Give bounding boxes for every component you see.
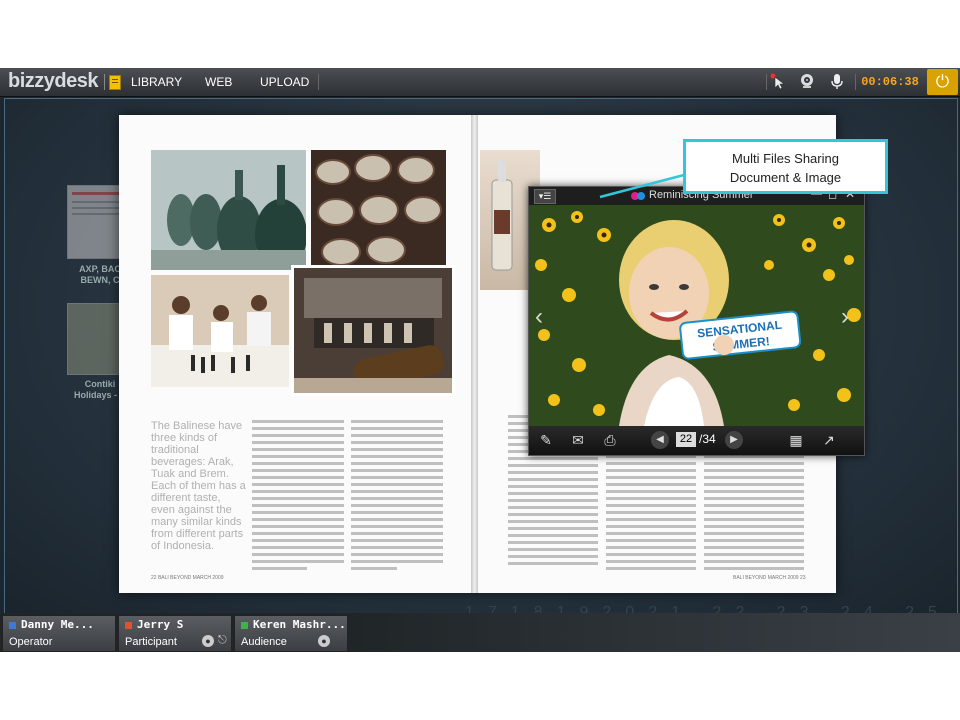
webcam-icon[interactable]: ● [318,635,330,647]
viewer-toolbar: ✎ ✉ ⎙ ◀ 22 /34 ▶ ▦ ↗ [529,426,864,455]
participants-bar: Danny Me... Operator Jerry S Participant… [0,613,960,652]
participant-role: Participant [125,636,177,648]
chevron-right-icon: ▶ [730,434,738,445]
participant-color-badge [125,622,132,629]
menu-icon: ▾☰ [538,191,552,201]
body-text-column [252,420,344,574]
chevron-left-icon: ◀ [656,434,664,445]
document-page-left: The Balinese have three kinds of traditi… [119,115,471,593]
body-text-column [351,420,443,574]
participant-tile-audience[interactable]: Keren Mashr... Audience ● [234,615,348,652]
page-number-input[interactable]: 22 [676,432,696,447]
participant-name: Jerry S [137,618,184,631]
print-icon[interactable]: ⎙ [601,431,619,449]
page-folio: BALI BEYOND MARCH 2009 23 [733,575,806,581]
popout-icon[interactable]: ↗ [820,431,838,449]
divider [318,74,319,90]
app-logo: bizzydesk [8,70,98,92]
fit-to-window-icon[interactable]: ▦ [787,431,805,449]
callout-connector [599,173,685,199]
session-timer: 00:06:38 [861,75,919,89]
participant-role: Operator [9,636,53,648]
viewer-menu-button[interactable]: ▾☰ [534,189,556,204]
previous-page-button[interactable]: ◀ [651,431,669,449]
participant-tile-participant[interactable]: Jerry S Participant ● ⎋ [118,615,232,652]
photo-people [151,275,289,387]
photo-bottling-machine [291,265,455,396]
photo-baskets [311,150,446,270]
top-toolbar: bizzydesk LIBRARY WEB UPLOAD 00:06:38 ⏻ [0,68,960,97]
power-icon: ⏻ [935,72,950,91]
webcam-icon[interactable] [797,72,817,92]
page-folio: 22 BALI BEYOND MARCH 2009 [151,575,224,581]
pull-quote: The Balinese have three kinds of traditi… [151,420,246,552]
laser-pointer-icon[interactable] [768,72,788,92]
divider [766,74,767,90]
webcam-icon[interactable]: ● [202,635,214,647]
microphone-icon[interactable]: ⎋ [218,634,227,647]
photo-bottles [151,150,306,270]
participant-color-badge [9,622,16,629]
page-gutter [471,115,478,593]
viewer-image: SENSATIONAL SUMMER! ‹ › [529,205,864,426]
divider [104,74,105,90]
app-window: bizzydesk LIBRARY WEB UPLOAD 00:06:38 ⏻ [0,68,960,652]
document-icon[interactable] [109,75,121,90]
divider [855,74,856,90]
body-text-column [606,455,696,574]
microphone-icon[interactable] [827,72,847,92]
email-icon[interactable]: ✉ [569,431,587,449]
previous-image-arrow[interactable]: ‹ [535,303,543,331]
participant-name: Danny Me... [21,618,94,631]
callout-line: Multi Files Sharing [732,151,839,166]
participants-bar-filler [350,613,960,652]
annotation-callout: Multi Files Sharing Document & Image [683,139,888,194]
participant-role: Audience [241,636,287,648]
participant-color-badge [241,622,248,629]
participant-tile-operator[interactable]: Danny Me... Operator [2,615,116,652]
page-total: /34 [699,432,716,446]
annotate-pencil-icon[interactable]: ✎ [537,431,555,449]
next-image-arrow[interactable]: › [841,303,849,331]
nav-upload[interactable]: UPLOAD [260,75,309,89]
nav-library[interactable]: LIBRARY [131,75,182,89]
callout-line: Document & Image [729,170,842,185]
image-viewer-window[interactable]: ▾☰ Reminiscing Summer — ◻ ✕ SENSATIONAL … [528,186,865,456]
power-button[interactable]: ⏻ [927,69,958,95]
participant-name: Keren Mashr... [253,618,346,631]
next-page-button[interactable]: ▶ [725,431,743,449]
body-text-column [704,455,804,574]
nav-web[interactable]: WEB [205,75,232,89]
